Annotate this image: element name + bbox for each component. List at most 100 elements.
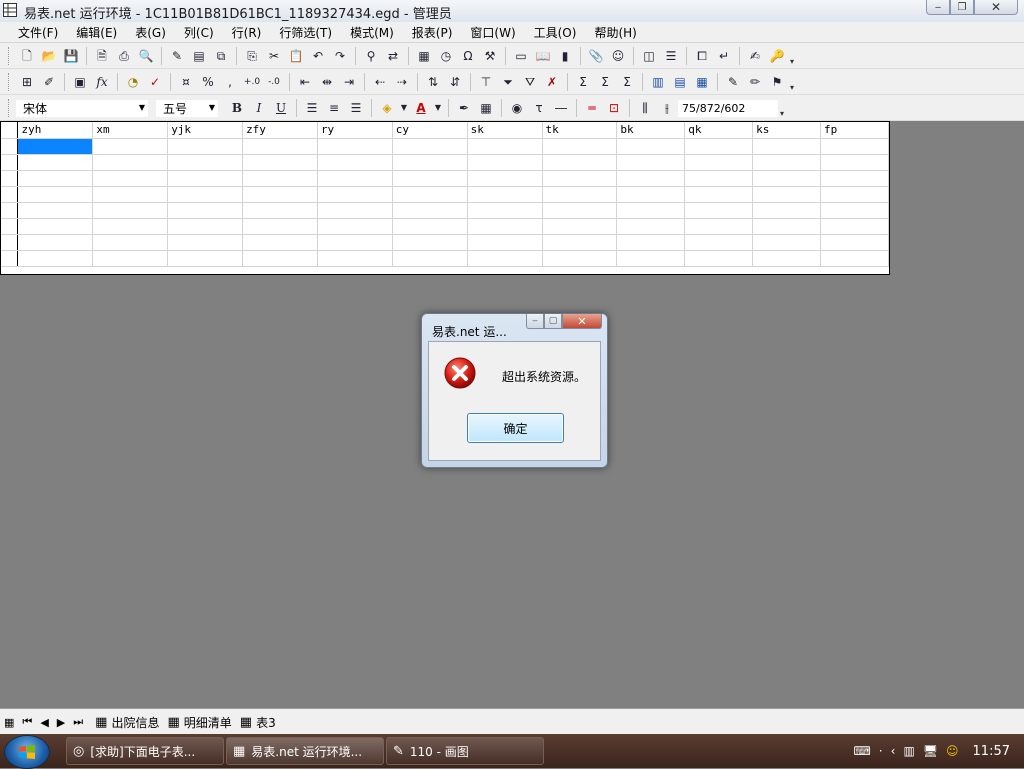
menu-tools[interactable]: 工具(O) [525,24,586,41]
column-header-qk[interactable]: qk [684,122,754,139]
freeze-left-icon[interactable]: ▥ [649,73,667,91]
currency-icon[interactable]: ¤ [177,73,195,91]
row-header[interactable] [1,170,19,187]
grid-cell[interactable] [167,202,244,219]
column-width-icon[interactable]: ⫲ [658,99,676,117]
grid-cell[interactable] [820,234,889,251]
chevron-down-icon[interactable]: ▼ [400,99,408,117]
sum-icon[interactable]: Σ [574,73,592,91]
sheet-tab[interactable]: ▦ 明细清单 [167,714,231,731]
start-button[interactable] [4,735,50,769]
open-folder-icon[interactable]: 📂 [40,47,58,65]
close-button[interactable]: ✕ [974,0,1018,15]
calendar-icon[interactable]: ▦ [415,47,433,65]
grid-cell[interactable] [467,154,543,171]
sum-group-icon[interactable]: Σ [596,73,614,91]
form-icon[interactable]: ▭ [512,47,530,65]
bold-button[interactable]: B [228,99,246,117]
book-icon[interactable]: 📖 [534,47,552,65]
grid-cell[interactable] [467,218,543,235]
grid-cell[interactable] [92,202,169,219]
grid-cell[interactable] [616,154,686,171]
grid-cell[interactable] [242,138,318,155]
new-file-icon[interactable]: 🗋 [18,47,36,65]
grid-cell[interactable] [752,202,821,219]
toolbar-overflow-icon[interactable]: ▾ [790,57,794,66]
grid-cell[interactable] [92,218,169,235]
column-header-xm[interactable]: xm [92,122,169,139]
grid-cell[interactable] [684,234,754,251]
grid-cell[interactable] [167,234,244,251]
column-header-ry[interactable]: ry [317,122,393,139]
pen-icon[interactable]: ✒ [455,99,473,117]
page-setup-icon[interactable]: 🗎 [93,47,111,65]
toolbar-grip[interactable] [8,47,12,65]
grid-cell[interactable] [92,138,169,155]
column-header-zfy[interactable]: zfy [242,122,318,139]
record-window-icon[interactable]: ▣ [71,73,89,91]
grid-cell[interactable] [752,154,821,171]
row-header[interactable] [1,138,19,155]
grid-cell[interactable] [616,250,686,267]
font-name-select[interactable]: 宋体 ▼ [16,99,148,117]
toolbar-overflow-icon[interactable]: ▾ [780,109,784,118]
taskbar-item-paint[interactable]: ✎ 110 - 画图 [386,737,544,765]
write-icon[interactable]: ✏ [746,73,764,91]
next-sheet-icon[interactable]: ▶ [57,716,65,729]
grid-cell[interactable] [317,138,393,155]
font-color-icon[interactable]: A [412,99,430,117]
grid-cell[interactable] [317,234,393,251]
function-icon[interactable]: fx [93,73,111,91]
grid-cell[interactable] [92,170,169,187]
underline-button[interactable]: U [272,99,290,117]
ok-button[interactable]: 确定 [467,413,564,443]
column-header-ks[interactable]: ks [752,122,821,139]
grid-cell[interactable] [317,154,393,171]
align-left-col-icon[interactable]: ⇤ [296,73,314,91]
row-header[interactable] [1,234,19,251]
grid-cell[interactable] [616,186,686,203]
column-header-fp[interactable]: fp [820,122,889,139]
toolbar-grip[interactable] [8,73,12,91]
dialog-minimize-button[interactable]: ‒ [526,314,544,329]
grid-cell[interactable] [317,186,393,203]
paint-bucket-icon[interactable]: ◉ [508,99,526,117]
row-height-icon[interactable]: ⫼ [636,99,654,117]
grid-cell[interactable] [684,218,754,235]
filter-table-icon[interactable]: ⊤ [477,73,495,91]
align-left-icon[interactable]: ☰ [303,99,321,117]
grid-cell[interactable] [684,250,754,267]
menu-edit[interactable]: 编辑(E) [67,24,126,41]
freeze-top-icon[interactable]: ▤ [671,73,689,91]
volume-icon[interactable]: ☺ [946,744,959,758]
grid-cell[interactable] [820,186,889,203]
grid-cell[interactable] [752,186,821,203]
freeze-both-icon[interactable]: ▦ [693,73,711,91]
target-icon[interactable]: ⊡ [605,99,623,117]
bar-chart-icon[interactable]: ▮ [556,47,574,65]
grid-cell[interactable] [392,234,468,251]
row-header[interactable] [1,186,19,203]
align-right-col-icon[interactable]: ⇥ [340,73,358,91]
grid-cell[interactable] [17,218,94,235]
save-icon[interactable]: 💾 [62,47,80,65]
italic-button[interactable]: I [250,99,268,117]
column-header-bk[interactable]: bk [616,122,686,139]
minimize-button[interactable]: ‒ [926,0,950,15]
grid-cell[interactable] [242,154,318,171]
toolbar-grip[interactable] [8,99,12,117]
grid-cell[interactable] [684,154,754,171]
increase-decimal-icon[interactable]: +.0 [243,73,261,91]
grid-cell[interactable] [542,154,618,171]
grid-cell[interactable] [317,250,393,267]
tool-icon[interactable]: ⚒ [481,47,499,65]
copy-icon[interactable]: ⎘ [243,47,261,65]
sign-icon[interactable]: ✍ [746,47,764,65]
window-list-icon[interactable]: ☰ [662,47,680,65]
grid-cell[interactable] [542,170,618,187]
grid-cell[interactable] [392,202,468,219]
grid-cell[interactable] [392,250,468,267]
grid-cell[interactable] [242,250,318,267]
menu-row-filter[interactable]: 行筛选(T) [270,24,341,41]
column-header-tk[interactable]: tk [542,122,618,139]
